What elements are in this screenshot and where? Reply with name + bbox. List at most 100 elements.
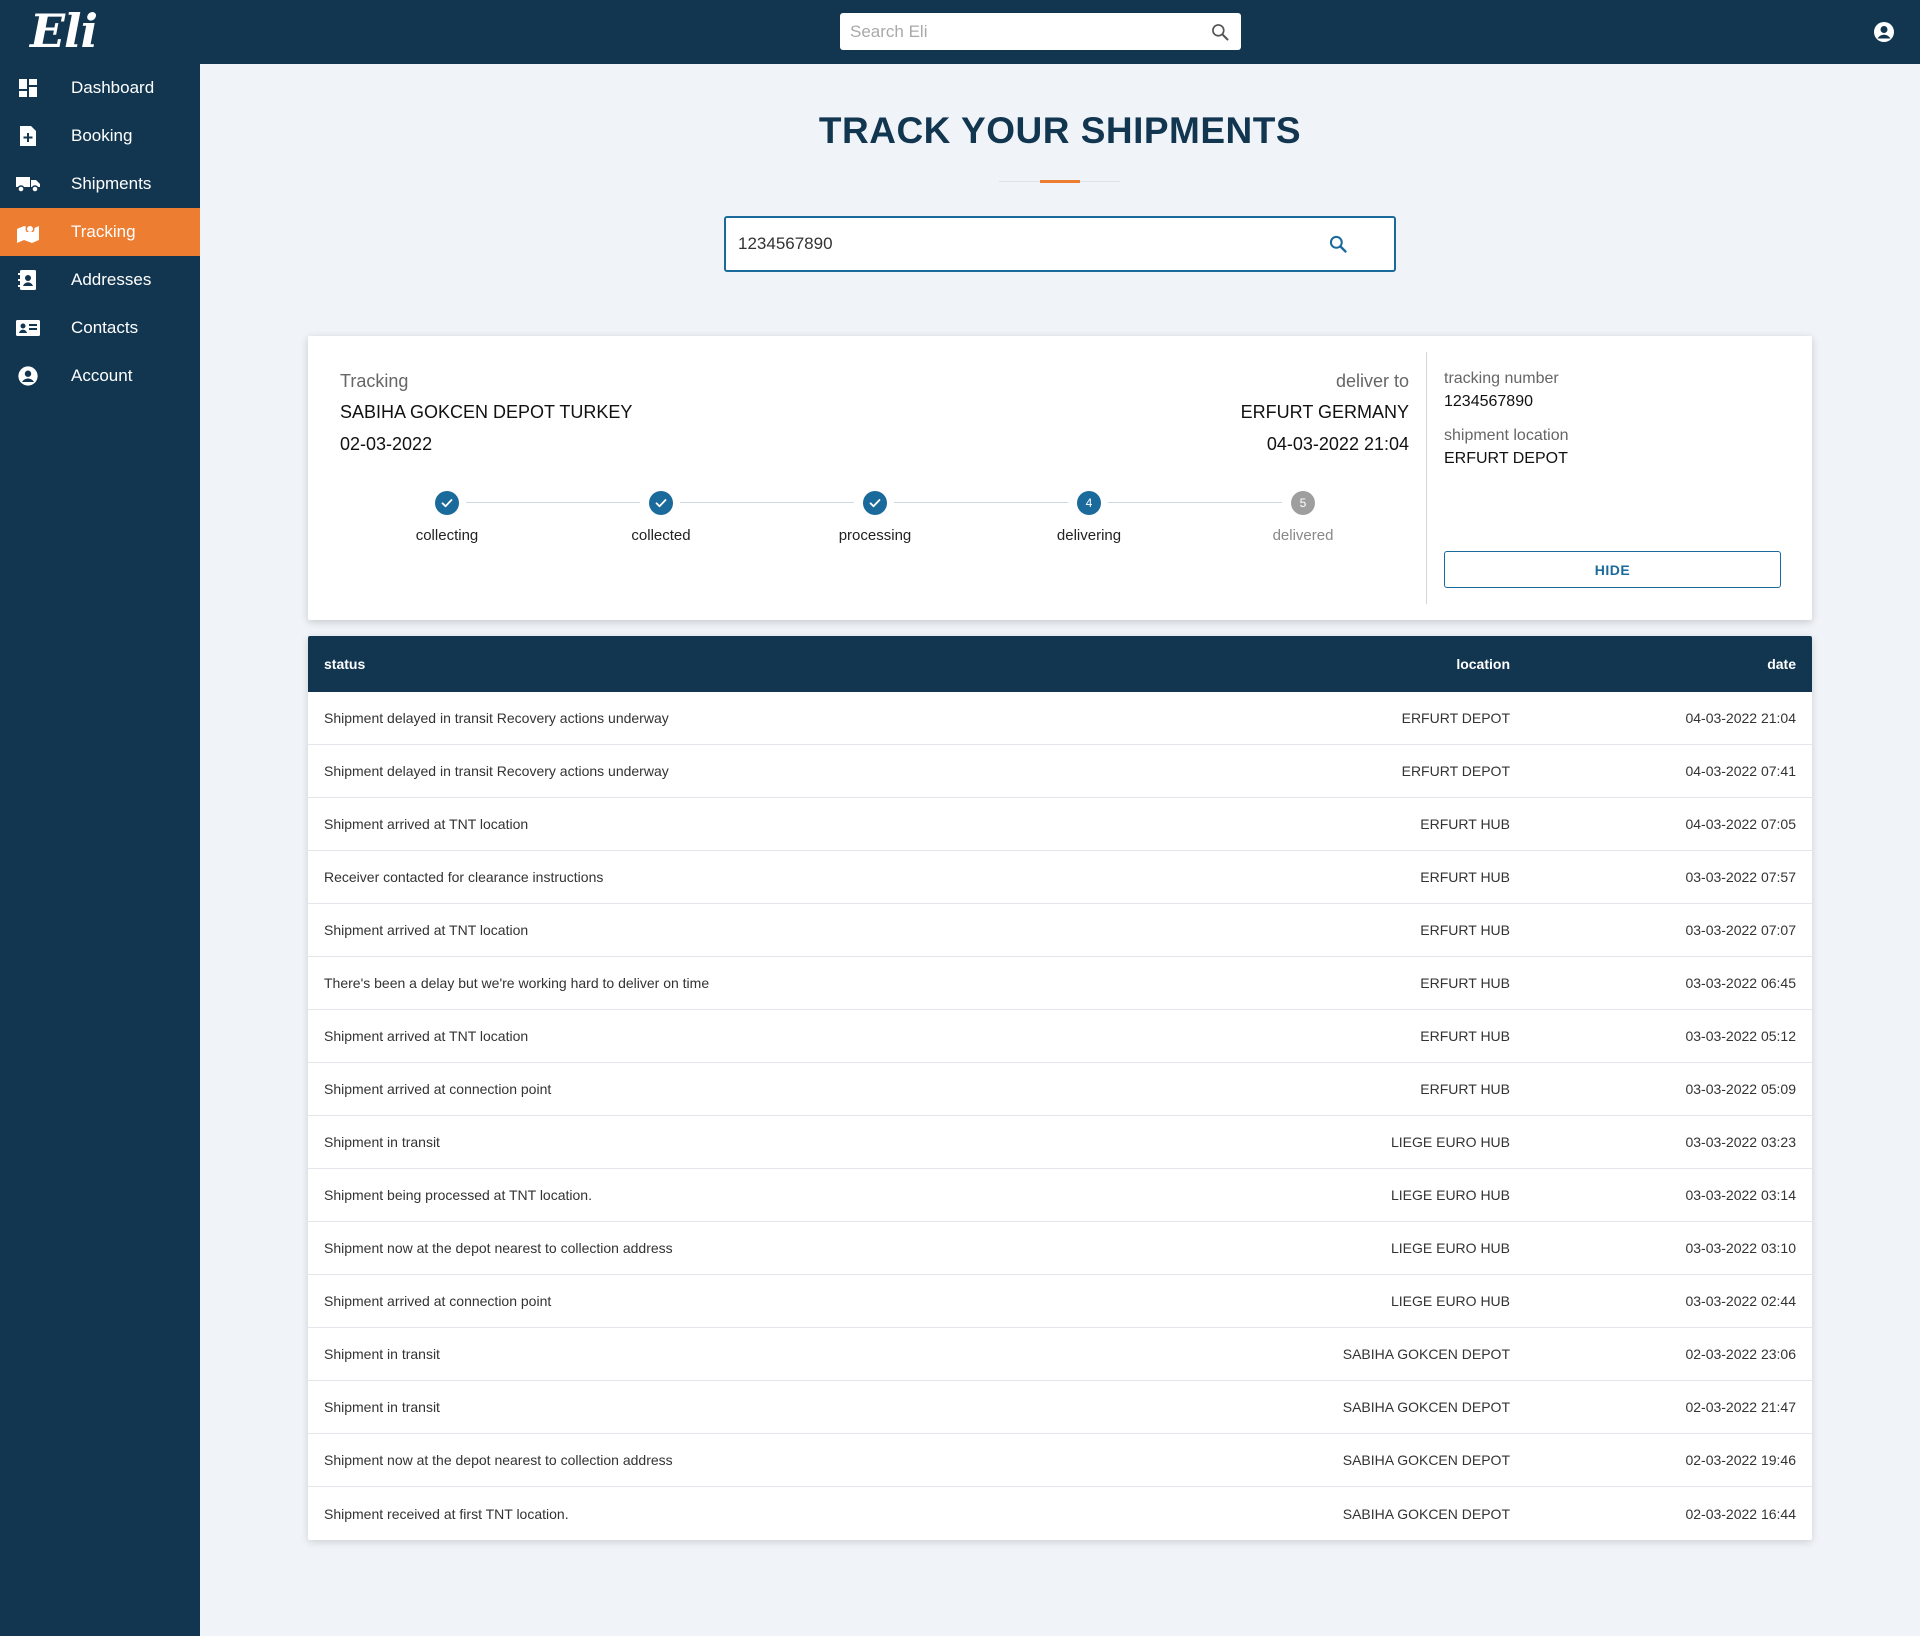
top-bar: Eli	[0, 0, 1920, 64]
shipment-location-label: shipment location	[1444, 427, 1569, 444]
sidebar-item-tracking[interactable]: Tracking	[0, 208, 200, 256]
location-cell: LIEGE EURO HUB	[1390, 1134, 1510, 1150]
page-title: TRACK YOUR SHIPMENTS	[818, 110, 1302, 151]
date-cell: 03-03-2022 02:44	[1685, 1293, 1796, 1309]
account-circle-icon[interactable]	[1872, 20, 1896, 44]
table-row[interactable]: Shipment arrived at connection point ERFU…	[308, 1063, 1812, 1116]
origin-date: 02-03-2022	[340, 434, 433, 454]
sidebar-item-booking[interactable]: Booking	[0, 112, 200, 160]
status-cell: Receiver contacted for clearance instruc…	[324, 869, 604, 885]
date-cell: 03-03-2022 03:23	[1685, 1134, 1796, 1150]
date-cell: 04-03-2022 07:41	[1685, 763, 1796, 779]
location-cell: SABIHA GOKCEN DEPOT	[1342, 1505, 1510, 1522]
title-accent-bar	[1040, 180, 1080, 183]
origin-place: SABIHA GOKCEN DEPOT TURKEY	[340, 402, 633, 422]
tracking-number-value: 1234567890	[1444, 393, 1533, 410]
truck-icon	[16, 172, 40, 196]
table-row[interactable]: Shipment now at the depot nearest to col…	[308, 1222, 1812, 1275]
location-cell: LIEGE EURO HUB	[1390, 1187, 1510, 1203]
table-row[interactable]: Shipment arrived at TNT location ERFURT H…	[308, 904, 1812, 957]
step-processing: processing	[815, 491, 935, 544]
date-cell: 03-03-2022 03:14	[1685, 1187, 1796, 1203]
status-cell: Shipment being processed at TNT location…	[324, 1187, 592, 1203]
location-cell: ERFURT HUB	[1420, 1081, 1510, 1097]
card-divider	[1426, 352, 1427, 604]
sidebar-item-dashboard[interactable]: Dashboard	[0, 64, 200, 112]
table-header: status location date	[308, 636, 1812, 692]
tracking-number-label: tracking number	[1444, 370, 1559, 387]
status-cell: Shipment now at the depot nearest to col…	[324, 1452, 673, 1468]
check-icon	[435, 491, 459, 515]
status-cell: Shipment delayed in transit Recovery act…	[324, 710, 669, 726]
table-row[interactable]: Shipment arrived at connection point LIEG…	[308, 1275, 1812, 1328]
sidebar-item-account[interactable]: Account	[0, 352, 200, 400]
status-cell: Shipment now at the depot nearest to col…	[324, 1240, 673, 1256]
column-header-location[interactable]: location	[1110, 656, 1510, 672]
table-row[interactable]: Shipment arrived at TNT location ERFURT H…	[308, 798, 1812, 851]
sidebar-item-label: Dashboard	[71, 78, 155, 97]
step-delivering: 4 delivering	[1029, 491, 1149, 544]
status-cell: Shipment received at first TNT location.	[324, 1505, 569, 1522]
table-row[interactable]: Shipment arrived at TNT location ERFURT H…	[308, 1010, 1812, 1063]
date-cell: 03-03-2022 07:57	[1685, 869, 1796, 885]
logo-text: Eli	[30, 4, 98, 58]
step-label: collected	[631, 527, 691, 544]
table-row[interactable]: Shipment delayed in transit Recovery act…	[308, 745, 1812, 798]
date-cell: 03-03-2022 05:12	[1685, 1028, 1796, 1044]
main-content: TRACK YOUR SHIPMENTS Tracking SABIHA GOK…	[200, 64, 1920, 1636]
date-cell: 04-03-2022 21:04	[1685, 710, 1796, 726]
origin-label: Tracking	[340, 371, 409, 391]
location-cell: LIEGE EURO HUB	[1390, 1293, 1510, 1309]
search-icon[interactable]	[1326, 232, 1350, 256]
origin-block: Tracking SABIHA GOKCEN DEPOT TURKEY 02-0…	[340, 371, 632, 455]
global-search-input[interactable]	[850, 13, 1209, 50]
table-row[interactable]: Shipment delayed in transit Recovery act…	[308, 692, 1812, 745]
table-body: Shipment delayed in transit Recovery act…	[308, 692, 1812, 1540]
check-icon	[863, 491, 887, 515]
location-cell: ERFURT DEPOT	[1401, 763, 1510, 779]
table-row[interactable]: Shipment received at first TNT location.…	[308, 1487, 1812, 1540]
status-cell: Shipment in transit	[324, 1399, 440, 1415]
table-row[interactable]: Shipment in transit SABIHA GOKCEN DEPOT 02…	[308, 1381, 1812, 1434]
destination-place: ERFURT GERMANY	[1240, 402, 1409, 422]
step-collecting: collecting	[387, 491, 507, 544]
table-row[interactable]: Shipment in transit LIEGE EURO HUB 03-03-2…	[308, 1116, 1812, 1169]
date-cell: 02-03-2022 19:46	[1685, 1452, 1796, 1468]
step-delivered: 5 delivered	[1243, 491, 1363, 544]
shipment-info: tracking number 1234567890 shipment loca…	[1444, 370, 1569, 484]
sidebar-item-contacts[interactable]: Contacts	[0, 304, 200, 352]
step-number: 4	[1077, 491, 1101, 515]
contact-card-icon	[16, 316, 40, 340]
sidebar-item-label: Tracking	[71, 222, 136, 241]
sidebar-item-shipments[interactable]: Shipments	[0, 160, 200, 208]
location-cell: ERFURT HUB	[1420, 975, 1510, 991]
table-row[interactable]: Receiver contacted for clearance instruc…	[308, 851, 1812, 904]
location-cell: ERFURT HUB	[1420, 1028, 1510, 1044]
table-row[interactable]: Shipment now at the depot nearest to col…	[308, 1434, 1812, 1487]
global-search[interactable]	[840, 13, 1241, 50]
table-row[interactable]: Shipment being processed at TNT location…	[308, 1169, 1812, 1222]
location-cell: LIEGE EURO HUB	[1390, 1240, 1510, 1256]
table-row[interactable]: Shipment in transit SABIHA GOKCEN DEPOT 02…	[308, 1328, 1812, 1381]
location-cell: ERFURT DEPOT	[1401, 710, 1510, 726]
status-cell: Shipment arrived at connection point	[324, 1293, 552, 1309]
column-header-status[interactable]: status	[324, 656, 1110, 672]
map-marker-icon	[16, 220, 40, 244]
sidebar-item-addresses[interactable]: Addresses	[0, 256, 200, 304]
location-cell: ERFURT HUB	[1420, 869, 1510, 885]
destination-date: 04-03-2022 21:04	[1266, 434, 1409, 454]
tracking-number-input[interactable]	[738, 218, 1326, 270]
dashboard-icon	[16, 76, 40, 100]
status-cell: Shipment in transit	[324, 1134, 440, 1150]
column-header-date[interactable]: date	[1510, 656, 1796, 672]
destination-label: deliver to	[1335, 371, 1409, 391]
tracking-search[interactable]	[724, 216, 1396, 272]
hide-button[interactable]: HIDE	[1444, 551, 1781, 588]
app-logo[interactable]: Eli	[30, 4, 98, 58]
step-label: processing	[838, 527, 912, 544]
search-icon[interactable]	[1209, 21, 1231, 43]
status-cell: Shipment arrived at connection point	[324, 1081, 552, 1097]
table-row[interactable]: There's been a delay but we're working h…	[308, 957, 1812, 1010]
sidebar-item-label: Addresses	[71, 270, 152, 289]
note-add-icon	[16, 124, 40, 148]
